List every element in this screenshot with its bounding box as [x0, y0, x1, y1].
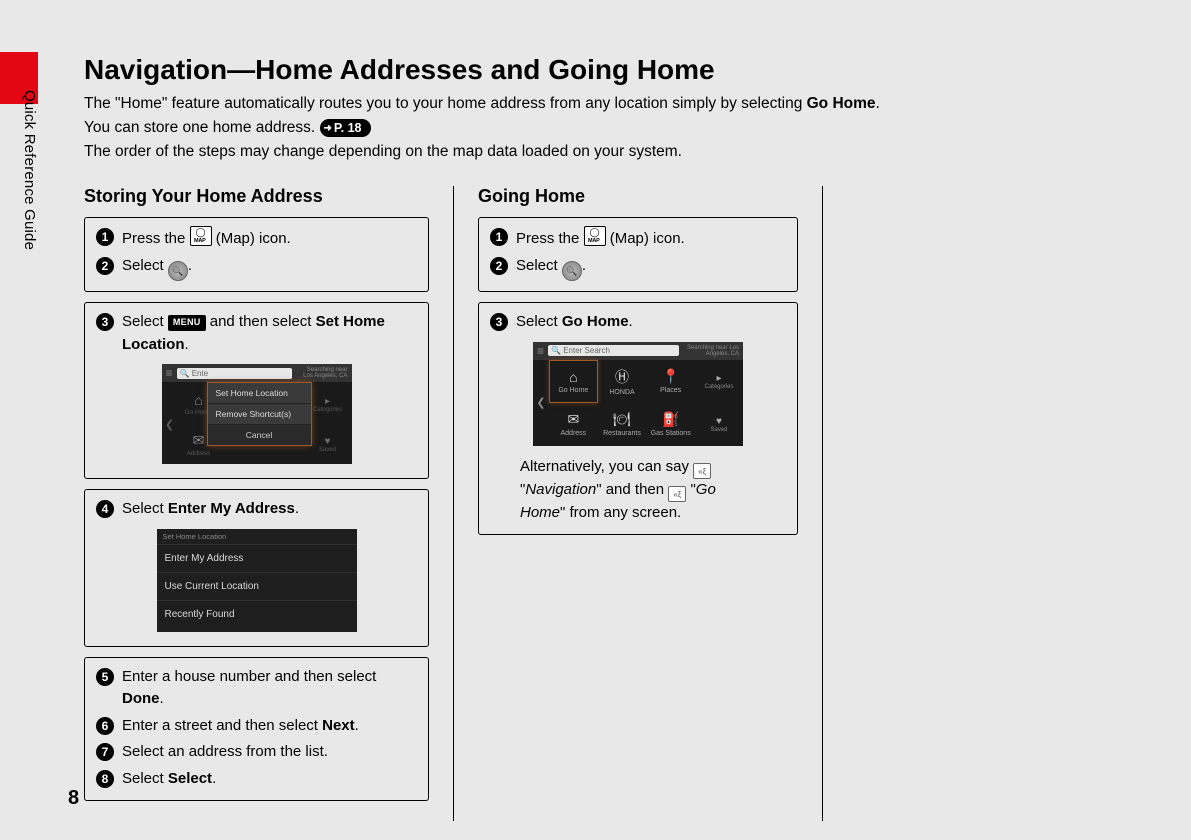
step-bullet: 2: [96, 257, 114, 275]
column-storing-home: Storing Your Home Address 1 Press the (M…: [84, 186, 429, 821]
menu-button-icon: MENU: [168, 315, 206, 331]
step-bullet: 3: [96, 313, 114, 331]
step-box: 3 Select Go Home. ≡ 🔍 Enter Search Searc…: [478, 302, 798, 534]
step-box: 1 Press the (Map) icon. 2 Select .: [84, 217, 429, 292]
map-icon: [584, 226, 606, 246]
step-bullet: 3: [490, 313, 508, 331]
step-bullet: 1: [490, 228, 508, 246]
search-icon: [168, 261, 188, 281]
column-going-home: Going Home 1 Press the (Map) icon. 2 Sel…: [453, 186, 798, 821]
page-ref-badge: P. 18: [320, 119, 371, 137]
step-box: 4 Select Enter My Address. Set Home Loca…: [84, 489, 429, 647]
section-title: Storing Your Home Address: [84, 186, 429, 207]
step-bullet: 6: [96, 717, 114, 735]
section-title: Going Home: [478, 186, 798, 207]
screenshot-home-grid: ≡ 🔍 Enter Search Searching near Los Ange…: [533, 342, 743, 446]
step-bullet: 4: [96, 500, 114, 518]
voice-alternative-text: Alternatively, you can say "Navigation" …: [490, 450, 786, 524]
step-box: 3 Select MENU and then select Set Home L…: [84, 302, 429, 479]
page-number: 8: [68, 787, 79, 810]
page-title: Navigation—Home Addresses and Going Home: [84, 54, 1144, 86]
step-box: 1 Press the (Map) icon. 2 Select .: [478, 217, 798, 292]
screenshot-menu-overlay: ≡ 🔍 Ente Searching near Los Angeles, CA …: [162, 364, 352, 464]
step-box: 5 Enter a house number and then select D…: [84, 657, 429, 802]
step-bullet: 8: [96, 770, 114, 788]
sidebar-label: Quick Reference Guide: [21, 90, 38, 250]
voice-icon: [668, 486, 686, 502]
intro-text: The "Home" feature automatically routes …: [84, 92, 1144, 164]
step-bullet: 1: [96, 228, 114, 246]
screenshot-set-home-list: Set Home Location Enter My Address Use C…: [157, 529, 357, 632]
step-bullet: 7: [96, 743, 114, 761]
search-icon: [562, 261, 582, 281]
step-bullet: 2: [490, 257, 508, 275]
step-bullet: 5: [96, 668, 114, 686]
voice-icon: [693, 463, 711, 479]
column-divider: [822, 186, 823, 821]
map-icon: [190, 226, 212, 246]
